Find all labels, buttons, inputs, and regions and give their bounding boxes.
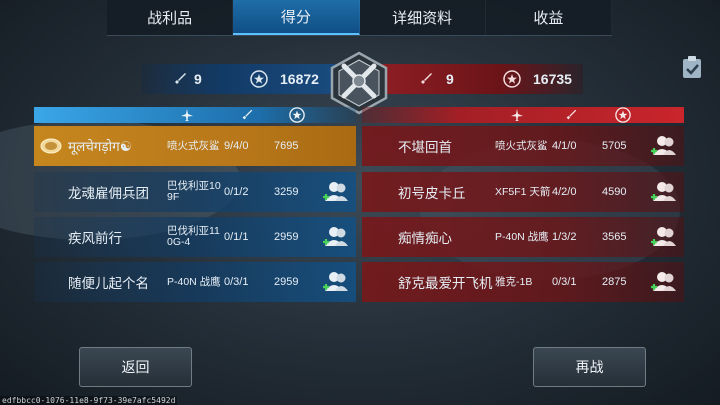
player-name: मूलचेगड़ोग☯ xyxy=(68,139,132,154)
red-team-score: 16735 xyxy=(533,71,572,87)
player-plane: XF5F1 天箭 xyxy=(495,185,551,198)
red-player-row: 舒克最爱开飞机 雅克-1B 0/3/1 2875 xyxy=(362,262,684,302)
player-kda: 0/3/1 xyxy=(224,276,249,288)
player-score: 2959 xyxy=(274,231,299,243)
add-friend-icon[interactable] xyxy=(320,269,350,295)
blue-player-row: 随便儿起个名 P-40N 战鹰 0/3/1 2959 xyxy=(34,262,356,302)
player-name: 不堪回首 xyxy=(398,140,452,155)
add-friend-icon[interactable] xyxy=(320,224,350,250)
blue-player-row: 疾风前行 巴伐利亚110G-4 0/1/1 2959 xyxy=(34,217,356,257)
player-score: 2875 xyxy=(602,276,627,288)
star-badge-icon xyxy=(615,107,631,123)
player-kda: 0/1/2 xyxy=(224,186,249,198)
tab-earnings[interactable]: 收益 xyxy=(486,0,612,35)
plane-icon xyxy=(511,109,523,121)
player-plane: 喷火式灰鲨 xyxy=(495,139,548,152)
blue-team-scorebar: 9 16872 xyxy=(142,64,342,94)
plane-icon xyxy=(181,109,193,121)
red-player-row: 不堪回首 喷火式灰鲨 4/1/0 5705 xyxy=(362,126,684,166)
player-plane: P-40N 战鹰 xyxy=(167,275,221,288)
star-badge-icon xyxy=(289,107,305,123)
clipboard-check-icon[interactable] xyxy=(681,55,703,79)
player-plane: P-40N 战鹰 xyxy=(495,230,549,243)
player-kda: 1/3/2 xyxy=(552,231,577,243)
tab-bar: 战利品 得分 详细资料 收益 xyxy=(107,0,612,36)
tab-loot[interactable]: 战利品 xyxy=(107,0,234,35)
player-name: 随便儿起个名 xyxy=(68,276,149,291)
player-kda: 0/1/1 xyxy=(224,231,249,243)
player-kda: 4/2/0 xyxy=(552,186,577,198)
rematch-button[interactable]: 再战 xyxy=(533,347,646,387)
blue-player-row-self[interactable]: मूलचेगड़ोग☯ 喷火式灰鲨 9/4/0 7695 xyxy=(34,126,356,166)
player-name: 疾风前行 xyxy=(68,231,122,246)
player-score: 4590 xyxy=(602,186,627,198)
blue-team-score: 16872 xyxy=(280,71,319,87)
red-team-scorebar: 9 16735 xyxy=(378,64,583,94)
star-badge-icon xyxy=(503,70,521,88)
add-friend-icon[interactable] xyxy=(648,133,678,159)
blue-player-row: 龙魂雇佣兵团 巴伐利亚109F 0/1/2 3259 xyxy=(34,172,356,212)
sword-icon xyxy=(421,73,432,84)
player-plane: 巴伐利亚110G-4 xyxy=(167,225,220,248)
star-badge-icon xyxy=(250,70,268,88)
player-score: 3259 xyxy=(274,186,299,198)
blue-team-header xyxy=(34,107,356,123)
player-name: 舒克最爱开飞机 xyxy=(398,276,493,291)
player-name: 初号皮卡丘 xyxy=(398,186,466,201)
player-plane: 喷火式灰鲨 xyxy=(167,139,220,152)
rank-badge-icon xyxy=(40,138,62,154)
add-friend-icon[interactable] xyxy=(648,269,678,295)
player-score: 7695 xyxy=(274,140,299,152)
sword-icon xyxy=(242,109,253,120)
back-button[interactable]: 返回 xyxy=(79,347,192,387)
red-player-row: 初号皮卡丘 XF5F1 天箭 4/2/0 4590 xyxy=(362,172,684,212)
add-friend-icon[interactable] xyxy=(648,179,678,205)
sword-icon xyxy=(566,109,577,120)
player-name: 痴情痴心 xyxy=(398,231,452,246)
player-kda: 9/4/0 xyxy=(224,140,249,152)
tab-score[interactable]: 得分 xyxy=(233,0,360,35)
player-plane: 雅克-1B xyxy=(495,275,533,288)
session-id-label: edfbbcc0-1076-11e8-9f73-39e7afc5492d xyxy=(0,396,178,405)
player-kda: 4/1/0 xyxy=(552,140,577,152)
blue-team-kills: 9 xyxy=(194,71,202,87)
add-friend-icon[interactable] xyxy=(648,224,678,250)
tab-details[interactable]: 详细资料 xyxy=(360,0,486,35)
player-score: 2959 xyxy=(274,276,299,288)
player-kda: 0/3/1 xyxy=(552,276,577,288)
sword-icon xyxy=(175,73,186,84)
player-plane: 巴伐利亚109F xyxy=(167,180,221,203)
red-player-row: 痴情痴心 P-40N 战鹰 1/3/2 3565 xyxy=(362,217,684,257)
player-name: 龙魂雇佣兵团 xyxy=(68,186,149,201)
add-friend-icon[interactable] xyxy=(320,179,350,205)
red-team-kills: 9 xyxy=(446,71,454,87)
player-score: 5705 xyxy=(602,140,627,152)
player-score: 3565 xyxy=(602,231,627,243)
